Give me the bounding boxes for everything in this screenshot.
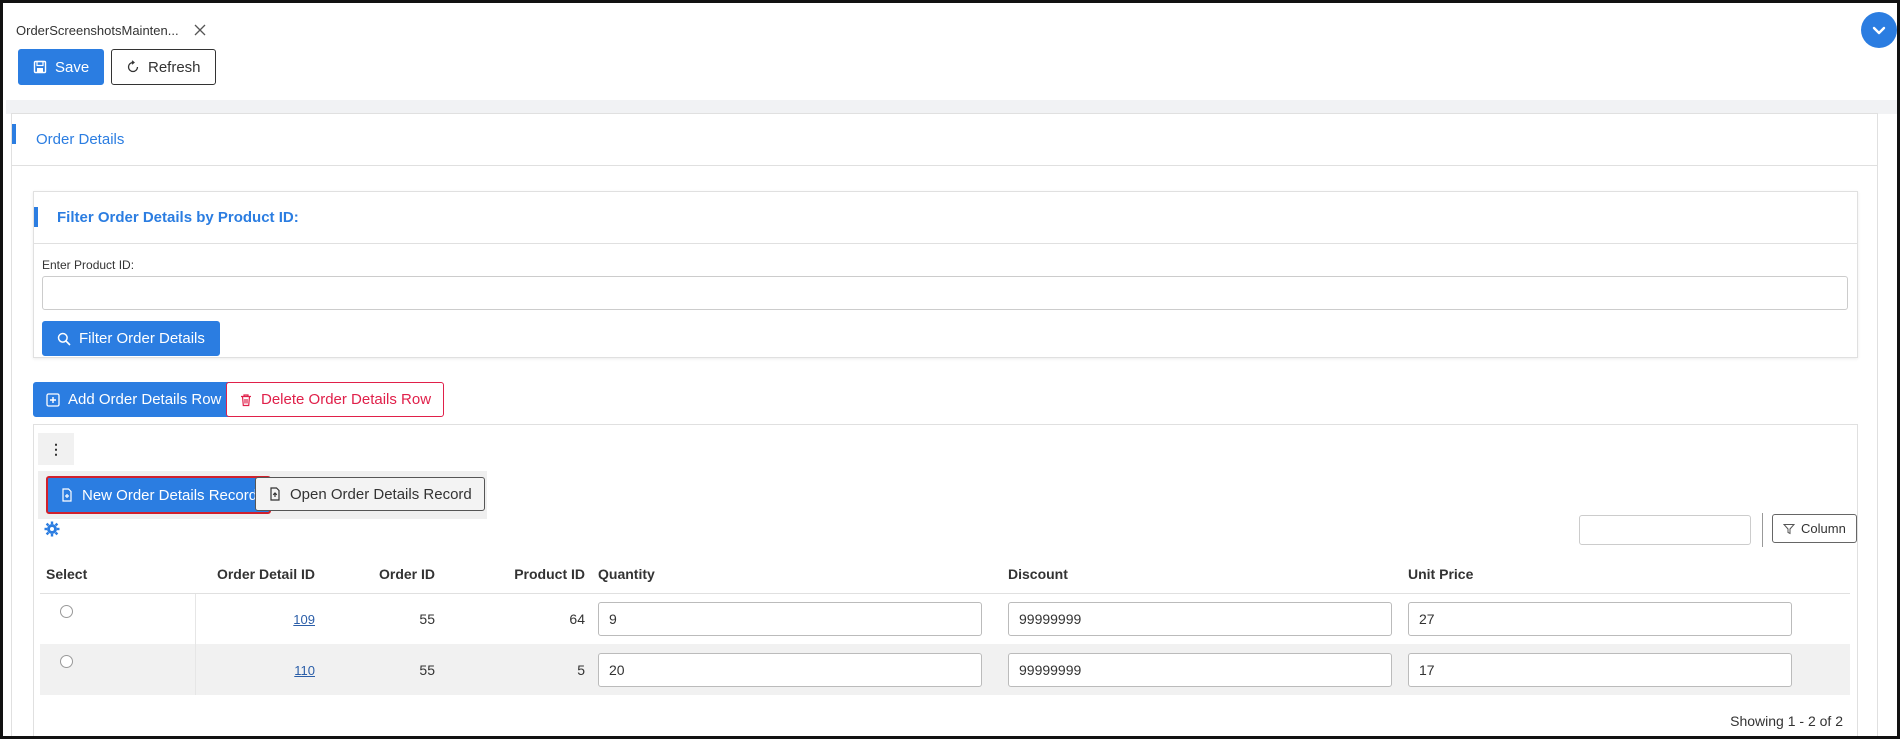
row-select-radio[interactable] <box>60 604 73 618</box>
panel-header: Order Details <box>12 114 1877 166</box>
delete-order-details-row-button[interactable]: Delete Order Details Row <box>226 382 445 417</box>
open-document-icon <box>270 487 280 501</box>
toolbar-separator <box>1762 513 1763 547</box>
filter-title: Filter Order Details by Product ID: <box>57 209 299 226</box>
toolbar-divider <box>6 100 1897 114</box>
header-select[interactable]: Select <box>40 555 195 594</box>
trash-icon <box>241 393 251 406</box>
quantity-cell: 9 <box>595 593 995 644</box>
unit-price-input[interactable]: 27 <box>1408 601 1792 636</box>
open-record-label: Open Order Details Record <box>290 485 472 503</box>
unit-price-input[interactable]: 17 <box>1408 652 1792 687</box>
quantity-cell: 20 <box>595 644 995 695</box>
unit-price-cell: 17 <box>1395 644 1850 695</box>
new-document-icon <box>62 488 72 502</box>
quantity-input[interactable]: 9 <box>598 601 982 636</box>
save-button[interactable]: Save <box>18 49 105 85</box>
header-order-detail-id[interactable]: Order Detail ID <box>195 555 325 594</box>
refresh-button[interactable]: Refresh <box>111 49 216 85</box>
header-product-id[interactable]: Product ID <box>445 555 595 594</box>
order-details-table: Select Order Detail ID Order ID Product … <box>40 555 1850 695</box>
header-order-id[interactable]: Order ID <box>325 555 445 594</box>
chevron-down-icon[interactable] <box>1861 12 1897 48</box>
table-row: 109 55 64 9 99999999 27 <box>40 593 1850 644</box>
order-detail-id-cell: 110 <box>195 644 325 695</box>
discount-input[interactable]: 99999999 <box>1008 601 1392 636</box>
app-frame: OrderScreenshotsMainten... Save Refresh … <box>0 0 1900 739</box>
refresh-label: Refresh <box>148 58 201 76</box>
filter-icon <box>1783 523 1795 534</box>
filter-panel: Filter Order Details by Product ID: Ente… <box>33 191 1858 358</box>
accent-bar <box>12 124 16 144</box>
order-id-cell: 55 <box>325 644 445 695</box>
order-id-cell: 55 <box>419 610 435 627</box>
delete-row-label: Delete Order Details Row <box>261 391 432 408</box>
order-detail-id-cell: 109 <box>195 593 325 644</box>
panel-title: Order Details <box>36 131 125 148</box>
column-filter-button[interactable]: Column <box>1772 514 1857 543</box>
discount-cell: 99999999 <box>995 644 1395 695</box>
search-icon <box>57 332 71 346</box>
record-toolbar: New Order Details Record Open Order Deta… <box>38 471 487 519</box>
order-detail-id-link[interactable]: 109 <box>293 612 315 627</box>
quantity-input[interactable]: 20 <box>598 652 982 687</box>
grid-search-input[interactable] <box>1579 515 1751 545</box>
table-row: 110 55 5 20 99999999 17 <box>40 644 1850 695</box>
order-details-grid: ⋮ New Order Details Record Open Order De… <box>33 424 1858 736</box>
tab[interactable]: OrderScreenshotsMainten... <box>16 19 207 41</box>
accent-bar <box>34 207 38 227</box>
kebab-menu-icon[interactable]: ⋮ <box>38 433 74 465</box>
open-order-details-record-button[interactable]: Open Order Details Record <box>255 477 485 511</box>
filter-button-label: Filter Order Details <box>79 330 205 347</box>
product-id-cell: 64 <box>569 610 585 627</box>
add-row-label: Add Order Details Row <box>68 391 222 408</box>
save-icon <box>33 60 47 74</box>
select-cell <box>40 644 196 695</box>
unit-price-cell: 27 <box>1395 593 1850 644</box>
add-icon <box>46 392 60 407</box>
order-details-panel: Order Details Filter Order Details by Pr… <box>11 113 1878 736</box>
close-icon[interactable] <box>193 23 207 37</box>
header-unit-price[interactable]: Unit Price <box>1395 555 1850 594</box>
save-label: Save <box>55 58 90 76</box>
order-detail-id-link[interactable]: 110 <box>294 663 315 678</box>
product-id-label: Enter Product ID: <box>42 258 135 272</box>
pagination-status: Showing 1 - 2 of 2 <box>1730 713 1843 729</box>
refresh-icon <box>127 60 139 73</box>
new-order-details-record-button[interactable]: New Order Details Record <box>46 476 272 514</box>
product-id-input[interactable] <box>42 276 1848 310</box>
column-label: Column <box>1801 521 1846 536</box>
filter-header: Filter Order Details by Product ID: <box>34 192 1857 244</box>
filter-order-details-button[interactable]: Filter Order Details <box>42 321 220 356</box>
header-discount[interactable]: Discount <box>995 555 1395 594</box>
add-order-details-row-button[interactable]: Add Order Details Row <box>33 382 235 417</box>
discount-input[interactable]: 99999999 <box>1008 652 1392 687</box>
discount-cell: 99999999 <box>995 593 1395 644</box>
tab-title[interactable]: OrderScreenshotsMainten... <box>16 23 179 38</box>
product-id-cell: 5 <box>445 644 595 695</box>
new-record-label: New Order Details Record <box>82 486 258 504</box>
gear-icon[interactable] <box>44 521 60 537</box>
table-header-row: Select Order Detail ID Order ID Product … <box>40 555 1850 594</box>
select-cell <box>40 593 196 644</box>
header-quantity[interactable]: Quantity <box>595 555 995 594</box>
row-select-radio[interactable] <box>60 655 73 669</box>
